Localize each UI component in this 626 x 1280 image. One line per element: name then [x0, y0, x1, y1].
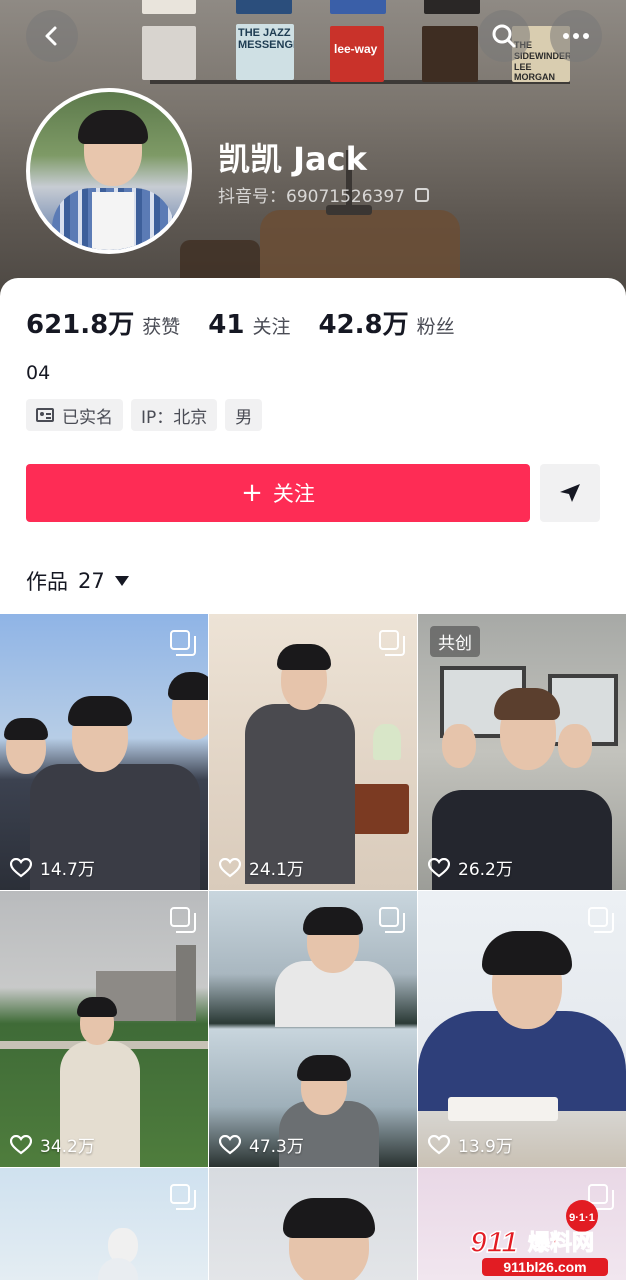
heart-icon	[10, 1134, 32, 1154]
following-count[interactable]: 41	[208, 310, 244, 340]
heart-icon	[10, 857, 32, 877]
like-count: 26.2万	[428, 855, 513, 880]
id-card-icon	[36, 408, 54, 422]
tag-gender: 男	[225, 399, 263, 431]
username: 凯凯 Jack	[218, 140, 367, 178]
album-cover	[236, 0, 292, 14]
douyin-id[interactable]: 抖音号：69071526397	[218, 182, 429, 207]
collab-badge: 共创	[430, 626, 480, 657]
multi-image-icon	[170, 630, 196, 656]
caret-down-icon[interactable]	[114, 576, 129, 586]
multi-image-icon	[170, 907, 196, 933]
followers-count[interactable]: 42.8万	[318, 304, 408, 341]
multi-image-icon	[379, 630, 405, 656]
album-cover	[330, 0, 386, 14]
multi-image-icon	[170, 1184, 196, 1210]
likes-label: 获赞	[142, 316, 181, 338]
send-message-button[interactable]	[540, 464, 600, 522]
like-count: 13.9万	[428, 1132, 513, 1157]
back-button[interactable]	[26, 10, 78, 62]
video-tile[interactable]: 24.1万	[209, 614, 417, 890]
follow-button[interactable]: + 关注	[26, 464, 530, 522]
album-cover	[422, 26, 478, 82]
video-tile[interactable]	[209, 1168, 417, 1280]
likes-count: 621.8万	[26, 310, 135, 340]
followers-label[interactable]: 粉丝	[417, 312, 455, 339]
like-count: 34.2万	[10, 1132, 95, 1157]
profile-tags: 已实名 IP：北京 男	[26, 399, 263, 431]
works-label: 作品	[26, 570, 68, 594]
more-icon	[563, 33, 589, 39]
plus-icon: +	[241, 478, 263, 508]
like-count: 47.3万	[219, 1132, 304, 1157]
multi-image-icon	[588, 907, 614, 933]
video-tile[interactable]: 47.3万	[209, 891, 417, 1167]
works-tab[interactable]: 作品 27	[26, 566, 129, 596]
following-label[interactable]: 关注	[252, 312, 290, 339]
video-tile[interactable]: 34.2万	[0, 891, 208, 1167]
stats-row: 621.8万 获赞 41 关注 42.8万 粉丝	[26, 304, 483, 341]
tag-ip-location: IP：北京	[131, 399, 218, 431]
search-button[interactable]	[478, 10, 530, 62]
watermark-logo: 9·1·1 911 爆料网 911bl26.com	[462, 1200, 626, 1280]
svg-text:911bl26.com: 911bl26.com	[503, 1259, 586, 1275]
like-count: 24.1万	[219, 855, 304, 880]
album-cover	[424, 0, 480, 14]
svg-text:911: 911	[470, 1226, 518, 1259]
video-tile[interactable]: 13.9万	[418, 891, 626, 1167]
send-icon	[560, 484, 580, 502]
bio: 04	[26, 362, 51, 384]
svg-text:9·1·1: 9·1·1	[569, 1212, 595, 1224]
heart-icon	[428, 1134, 450, 1154]
heart-icon	[219, 1134, 241, 1154]
works-count: 27	[78, 569, 105, 593]
search-icon	[492, 24, 516, 48]
heart-icon	[219, 857, 241, 877]
douyin-id-text: 抖音号：69071526397	[218, 187, 405, 207]
album-lee-way: lee-way	[330, 26, 384, 82]
multi-image-icon	[379, 907, 405, 933]
svg-text:爆料网: 爆料网	[528, 1231, 594, 1256]
album-cover	[142, 0, 196, 14]
video-tile[interactable]: 14.7万	[0, 614, 208, 890]
album-cover	[142, 26, 196, 80]
copy-icon[interactable]	[414, 187, 429, 202]
follow-label: 关注	[272, 482, 315, 506]
back-arrow-icon	[45, 26, 57, 46]
video-tile[interactable]: 共创 26.2万	[418, 614, 626, 890]
video-tile[interactable]	[0, 1168, 208, 1280]
heart-icon	[428, 857, 450, 877]
album-jazz-messengers: THE JAZZ MESSENGERS	[236, 24, 294, 80]
like-count: 14.7万	[10, 855, 95, 880]
tag-verified: 已实名	[26, 399, 123, 431]
more-button[interactable]	[550, 10, 602, 62]
profile-card: 621.8万 获赞 41 关注 42.8万 粉丝 04 已实名 IP：北京 男 …	[0, 278, 626, 613]
avatar[interactable]	[26, 88, 192, 254]
